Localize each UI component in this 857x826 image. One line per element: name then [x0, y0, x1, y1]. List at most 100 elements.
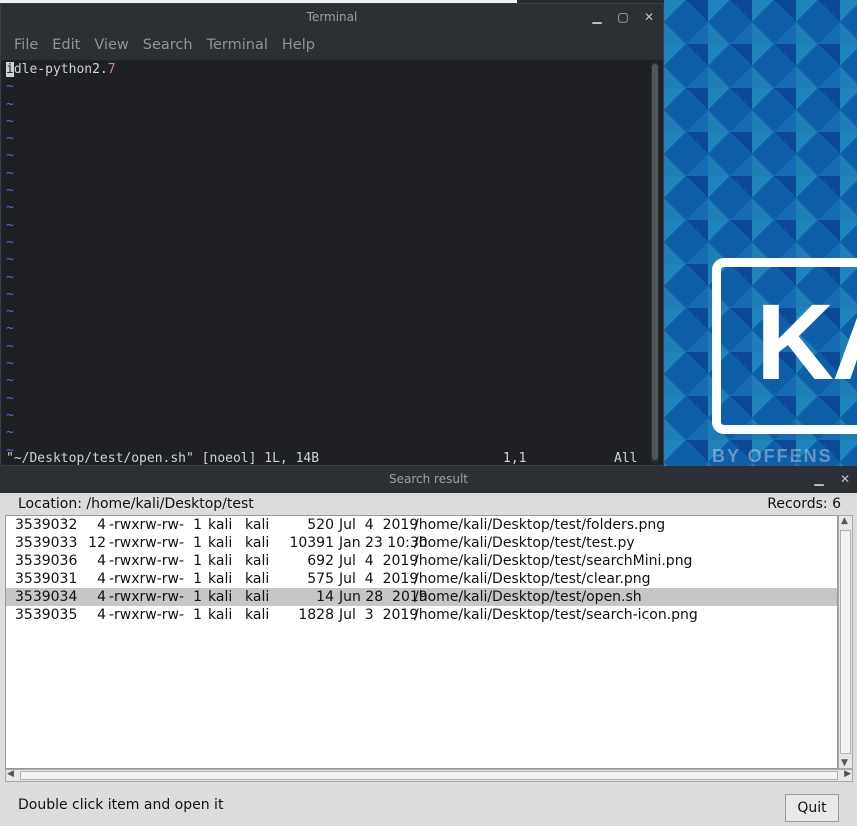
cell-blocks: 4	[97, 589, 106, 605]
quit-button[interactable]: Quit	[785, 794, 839, 822]
records-count: Records: 6	[767, 496, 841, 512]
cell-date: Jul 4 2019	[339, 517, 419, 533]
scroll-right-icon[interactable]: ▶	[844, 769, 851, 779]
menu-file[interactable]: File	[7, 37, 45, 53]
menu-search[interactable]: Search	[136, 37, 200, 53]
cell-owner: kali	[208, 607, 233, 623]
hscroll-thumb[interactable]	[20, 771, 838, 780]
cell-group: kali	[245, 571, 270, 587]
kali-logo-text: KA	[756, 281, 857, 402]
close-icon[interactable]: ✕	[839, 466, 851, 493]
empty-line-tilde: ~	[6, 338, 14, 354]
cell-group: kali	[245, 517, 270, 533]
cell-perms: -rwxrw-rw-	[109, 607, 185, 623]
cell-size: 10391	[289, 535, 334, 551]
cell-date: Jul 4 2019	[339, 553, 419, 569]
cell-path: /home/kali/Desktop/test/searchMini.png	[414, 553, 693, 569]
terminal-scrollbar[interactable]	[651, 62, 659, 464]
empty-line-tilde: ~	[6, 79, 14, 95]
cell-path: /home/kali/Desktop/test/folders.png	[414, 517, 666, 533]
terminal-titlebar[interactable]: Terminal ▁ ▢ ✕	[1, 4, 663, 30]
empty-line-tilde: ~	[6, 113, 14, 129]
cell-size: 692	[307, 553, 334, 569]
cell-blocks: 4	[97, 607, 106, 623]
cell-links: 1	[193, 517, 202, 533]
menu-help[interactable]: Help	[275, 37, 322, 53]
table-row[interactable]: 3539036 4 -rwxrw-rw- 1 kali kali 692 Jul 4 2019…	[6, 552, 837, 570]
table-row[interactable]: 3539032 4 -rwxrw-rw- 1 kali kali 520 Jul 4 2019…	[6, 516, 837, 534]
cell-perms: -rwxrw-rw-	[109, 517, 185, 533]
cell-links: 1	[193, 571, 202, 587]
empty-line-tilde: ~	[6, 321, 14, 337]
scroll-left-icon[interactable]: ◀	[7, 769, 14, 779]
result-list-hscrollbar[interactable]: ◀ ▶	[5, 769, 853, 782]
buffer-text: dle-python2.	[13, 62, 108, 77]
scroll-up-icon[interactable]: ▲	[841, 516, 848, 526]
cell-size: 520	[307, 517, 334, 533]
table-row[interactable]: 3539034 4 -rwxrw-rw- 1 kali kali 14 Jun 28 2019…	[6, 588, 837, 606]
terminal-scrollbar-thumb[interactable]	[652, 64, 658, 460]
empty-line-tilde: ~	[6, 96, 14, 112]
cell-path: /home/kali/Desktop/test/test.py	[414, 535, 635, 551]
cell-group: kali	[245, 553, 270, 569]
cell-blocks: 4	[97, 571, 106, 587]
table-row[interactable]: 3539031 4 -rwxrw-rw- 1 kali kali 575 Jul 4 2019…	[6, 570, 837, 588]
cell-perms: -rwxrw-rw-	[109, 571, 185, 587]
table-row[interactable]: 3539035 4 -rwxrw-rw- 1 kali kali 1828 Jul 3 201…	[6, 606, 837, 624]
empty-line-tilde: ~	[6, 373, 14, 389]
empty-line-tilde: ~	[6, 269, 14, 285]
cell-blocks: 12	[88, 535, 106, 551]
empty-line-tilde: ~	[6, 407, 14, 423]
cell-group: kali	[245, 535, 270, 551]
cell-blocks: 4	[97, 553, 106, 569]
menu-terminal[interactable]: Terminal	[200, 37, 275, 53]
scroll-down-icon[interactable]: ▼	[841, 758, 848, 768]
result-list[interactable]: 3539032 4 -rwxrw-rw- 1 kali kali 520 Jul 4 2019…	[5, 515, 838, 769]
desktop-wallpaper: KA BY OFFENS	[664, 0, 857, 466]
cell-blocks: 4	[97, 517, 106, 533]
empty-line-tilde: ~	[6, 165, 14, 181]
cell-links: 1	[193, 535, 202, 551]
maximize-icon[interactable]: ▢	[617, 4, 629, 30]
terminal-window: Terminal ▁ ▢ ✕ File Edit View Search Ter…	[0, 3, 664, 466]
close-icon[interactable]: ✕	[643, 4, 655, 30]
minimize-icon[interactable]: ▁	[591, 4, 603, 30]
cell-size: 1828	[298, 607, 334, 623]
text-cursor: i	[6, 62, 14, 77]
minimize-icon[interactable]: ▁	[813, 466, 825, 493]
terminal-title: Terminal	[306, 10, 358, 24]
cell-group: kali	[245, 607, 270, 623]
cell-owner: kali	[208, 589, 233, 605]
cell-links: 1	[193, 589, 202, 605]
search-titlebar[interactable]: Search result ▁ ✕	[0, 466, 857, 493]
vim-buffer[interactable]: idle-python2.7 ~ ~ ~ ~ ~ ~ ~ ~ ~ ~ ~ ~ ~ ~ ~ ~ ~ ~ ~ ~ ~ ~	[1, 61, 649, 458]
empty-line-tilde: ~	[6, 304, 14, 320]
location-bar: Location: /home/kali/Desktop/test Record…	[0, 493, 857, 515]
cell-owner: kali	[208, 517, 233, 533]
empty-line-tilde: ~	[6, 183, 14, 199]
empty-line-tilde: ~	[6, 217, 14, 233]
cell-perms: -rwxrw-rw-	[109, 589, 185, 605]
empty-line-tilde: ~	[6, 286, 14, 302]
cell-perms: -rwxrw-rw-	[109, 535, 185, 551]
cell-date: Jul 4 2019	[339, 571, 419, 587]
kali-tagline: BY OFFENS	[712, 446, 833, 466]
search-result-window: Search result ▁ ✕ Location: /home/kali/D…	[0, 466, 857, 826]
cell-size: 575	[307, 571, 334, 587]
empty-line-tilde: ~	[6, 356, 14, 372]
location-label: Location: /home/kali/Desktop/test	[18, 496, 254, 512]
cell-owner: kali	[208, 535, 233, 551]
status-file: "~/Desktop/test/open.sh" [noeol] 1L, 14B	[6, 451, 320, 466]
result-list-vscrollbar[interactable]: ▲ ▼	[838, 515, 853, 769]
table-row[interactable]: 3539033 12 -rwxrw-rw- 1 kali kali 10391 Jan 23 …	[6, 534, 837, 552]
empty-line-tilde: ~	[6, 252, 14, 268]
buffer-line-1: idle-python2.7	[1, 61, 649, 78]
terminal-menubar: File Edit View Search Terminal Help	[1, 30, 663, 61]
menu-edit[interactable]: Edit	[45, 37, 87, 53]
search-title: Search result	[389, 472, 468, 486]
cell-owner: kali	[208, 553, 233, 569]
menu-view[interactable]: View	[87, 37, 135, 53]
vscroll-thumb[interactable]	[840, 530, 851, 754]
cell-size: 14	[316, 589, 334, 605]
empty-line-tilde: ~	[6, 425, 14, 441]
